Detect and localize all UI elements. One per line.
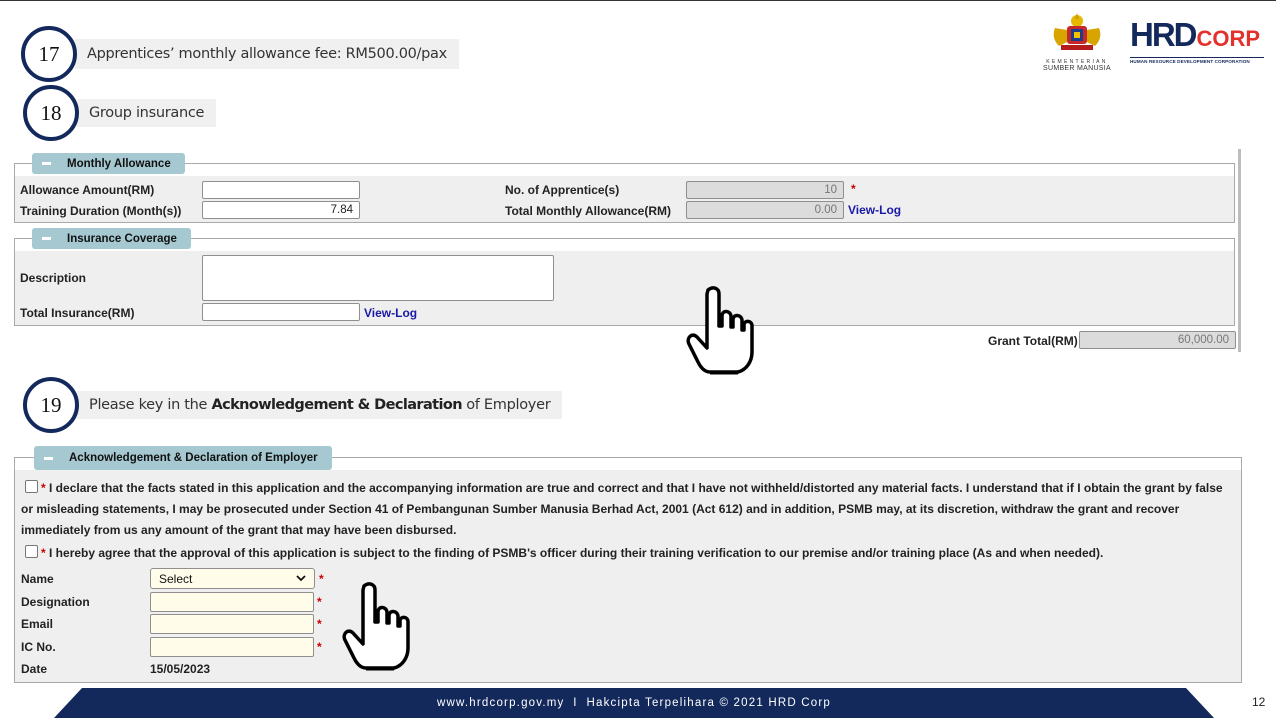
monthly-allowance-legend[interactable]: Monthly Allowance [32,153,185,174]
step-number-badge: 17 [21,26,77,82]
no-apprentices-label: No. of Apprentice(s) [505,183,620,197]
step-number-badge: 19 [23,377,79,433]
collapse-minus-icon[interactable] [42,237,51,240]
required-asterisk: * [317,617,322,631]
page-number: 12 [1252,695,1266,709]
malaysia-crest-icon [1053,13,1101,50]
ic-number-input[interactable] [150,637,314,657]
name-label: Name [21,572,54,586]
view-log-link[interactable]: View-Log [364,306,417,320]
total-monthly-allowance-input[interactable]: 0.00 [686,201,844,219]
top-border-line [0,0,1276,1]
designation-label: Designation [21,595,90,609]
collapse-minus-icon[interactable] [42,162,51,165]
declaration-1-text: * I declare that the facts stated in thi… [21,481,1223,537]
step-18: 18 Group insurance [23,85,217,141]
allowance-amount-label: Allowance Amount(RM) [20,183,155,197]
email-label: Email [21,617,54,631]
kementerian-logo: KEMENTERIAN SUMBER MANUSIA [1040,12,1114,72]
hrd-corp-logo: HRDCORP HUMAN RESOURCE DEVELOPMENT CORPO… [1130,18,1264,64]
training-duration-label: Training Duration (Month(s)) [20,204,182,218]
step-number-badge: 18 [23,85,79,141]
acknowledgement-legend[interactable]: Acknowledgement & Declaration of Employe… [34,446,332,470]
description-label: Description [20,271,87,285]
training-duration-input[interactable]: 7.84 [202,201,360,219]
grant-total-label: Grant Total(RM) [988,334,1078,348]
required-asterisk: * [317,640,322,654]
insurance-coverage-body [15,251,1234,325]
step-17: 17 Apprentices’ monthly allowance fee: R… [21,26,459,82]
email-input[interactable] [150,614,314,634]
chevron-down-icon [296,575,306,582]
required-asterisk: * [317,595,322,609]
name-select[interactable]: Select [150,568,315,589]
vertical-scrollbar[interactable] [1238,149,1241,352]
ic-number-label: IC No. [21,640,56,654]
step-19: 19 Please key in the Acknowledgement & D… [23,377,563,433]
description-textarea[interactable] [202,255,554,301]
step-instruction: Group insurance [77,99,217,127]
total-monthly-allowance-label: Total Monthly Allowance(RM) [505,204,671,218]
hand-pointer-icon [342,582,410,671]
required-asterisk: * [851,182,856,196]
designation-input[interactable] [150,592,314,612]
footer-banner: www.hrdcorp.gov.my I Hakcipta Terpelihar… [54,688,1214,718]
collapse-minus-icon[interactable] [44,456,53,460]
date-value: 15/05/2023 [150,662,211,676]
no-apprentices-input[interactable]: 10 [686,181,844,199]
date-label: Date [21,662,48,676]
grant-total-input[interactable]: 60,000.00 [1079,331,1236,349]
required-asterisk: * [319,572,324,586]
insurance-coverage-legend[interactable]: Insurance Coverage [32,228,191,249]
step-instruction: Please key in the Acknowledgement & Decl… [77,391,563,419]
view-log-link[interactable]: View-Log [848,203,901,217]
total-insurance-input[interactable] [202,303,360,321]
allowance-amount-input[interactable] [202,181,360,199]
step-instruction: Apprentices’ monthly allowance fee: RM50… [75,39,459,69]
hand-pointer-icon [686,286,754,375]
declaration-2-text: * I hereby agree that the approval of th… [41,546,1104,560]
total-insurance-label: Total Insurance(RM) [20,306,135,320]
